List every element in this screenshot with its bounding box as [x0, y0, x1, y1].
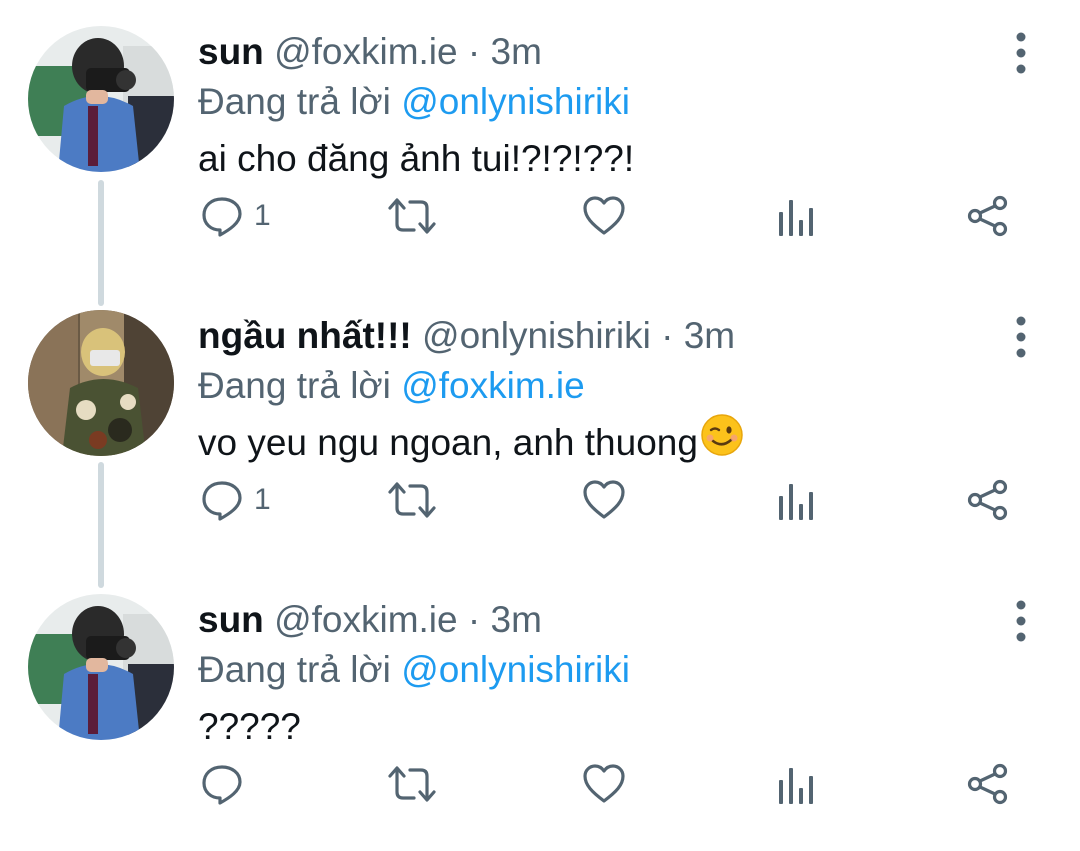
- reply-count: 1: [254, 199, 271, 232]
- user-handle[interactable]: @foxkim.ie: [274, 31, 458, 72]
- share-icon: [966, 762, 1010, 806]
- like-button[interactable]: [582, 754, 626, 814]
- separator: ·: [467, 31, 481, 72]
- timestamp[interactable]: 3m: [491, 31, 542, 72]
- display-name[interactable]: ngầu nhất!!!: [198, 315, 412, 356]
- analytics-icon: [776, 194, 816, 238]
- analytics-button[interactable]: [776, 470, 816, 530]
- avatar[interactable]: [28, 310, 174, 456]
- share-button[interactable]: [966, 186, 1010, 246]
- display-name[interactable]: sun: [198, 599, 264, 640]
- analytics-icon: [776, 478, 816, 522]
- analytics-icon: [776, 762, 816, 806]
- tweet-actions: 1: [0, 186, 1080, 246]
- analytics-button[interactable]: [776, 754, 816, 814]
- separator: ·: [661, 315, 674, 356]
- tweet-header: sun @foxkim.ie · 3m: [198, 596, 542, 644]
- reply-icon: [200, 478, 244, 522]
- tweet[interactable]: sun @foxkim.ie · 3m Đang trả lời @onlyni…: [0, 568, 1080, 851]
- retweet-icon: [386, 478, 438, 522]
- tweet-text: vo yeu ngu ngoan, anh thuong: [198, 413, 744, 470]
- mention-link[interactable]: @onlynishiriki: [401, 81, 630, 122]
- user-handle[interactable]: @onlynishiriki: [422, 315, 651, 356]
- tweet-text-content: vo yeu ngu ngoan, anh thuong: [198, 422, 698, 463]
- retweet-icon: [386, 762, 438, 806]
- share-button[interactable]: [966, 754, 1010, 814]
- replying-to-label: Đang trả lời: [198, 81, 391, 122]
- replying-to: Đang trả lời @foxkim.ie: [198, 362, 585, 410]
- mention-link[interactable]: @foxkim.ie: [401, 365, 585, 406]
- tweet-header: sun @foxkim.ie · 3m: [198, 28, 542, 76]
- like-button[interactable]: [582, 470, 626, 530]
- mention-link[interactable]: @onlynishiriki: [401, 649, 630, 690]
- reply-icon: [200, 762, 244, 806]
- avatar[interactable]: [28, 594, 174, 740]
- share-button[interactable]: [966, 470, 1010, 530]
- user-handle[interactable]: @foxkim.ie: [274, 599, 458, 640]
- replying-to-label: Đang trả lời: [198, 649, 391, 690]
- timestamp[interactable]: 3m: [684, 315, 735, 356]
- tweet-text: ?????: [198, 706, 301, 747]
- more-icon[interactable]: [1004, 314, 1038, 360]
- like-icon: [582, 478, 626, 522]
- tweet-text: ai cho đăng ảnh tui!?!?!??!: [198, 138, 635, 179]
- retweet-button[interactable]: [386, 470, 438, 530]
- avatar[interactable]: [28, 26, 174, 172]
- like-button[interactable]: [582, 186, 626, 246]
- retweet-button[interactable]: [386, 186, 438, 246]
- tweet-actions: [0, 754, 1080, 814]
- display-name[interactable]: sun: [198, 31, 264, 72]
- share-icon: [966, 194, 1010, 238]
- analytics-button[interactable]: [776, 186, 816, 246]
- more-icon[interactable]: [1004, 598, 1038, 644]
- reply-icon: [200, 194, 244, 238]
- tweet-header: ngầu nhất!!! @onlynishiriki · 3m: [198, 312, 735, 360]
- replying-to: Đang trả lời @onlynishiriki: [198, 78, 630, 126]
- tweet[interactable]: sun @foxkim.ie · 3m Đang trả lời @onlyni…: [0, 0, 1080, 283]
- more-icon[interactable]: [1004, 30, 1038, 76]
- winking-face-emoji-icon: [700, 413, 744, 470]
- separator: ·: [467, 599, 481, 640]
- timestamp[interactable]: 3m: [491, 599, 542, 640]
- tweet[interactable]: ngầu nhất!!! @onlynishiriki · 3m Đang tr…: [0, 284, 1080, 567]
- reply-count: 1: [254, 483, 271, 516]
- replying-to-label: Đang trả lời: [198, 365, 391, 406]
- like-icon: [582, 762, 626, 806]
- reply-button[interactable]: 1: [200, 470, 271, 530]
- retweet-icon: [386, 194, 438, 238]
- retweet-button[interactable]: [386, 754, 438, 814]
- like-icon: [582, 194, 626, 238]
- share-icon: [966, 478, 1010, 522]
- reply-button[interactable]: [200, 754, 254, 814]
- tweet-actions: 1: [0, 470, 1080, 530]
- replying-to: Đang trả lời @onlynishiriki: [198, 646, 630, 694]
- reply-button[interactable]: 1: [200, 186, 271, 246]
